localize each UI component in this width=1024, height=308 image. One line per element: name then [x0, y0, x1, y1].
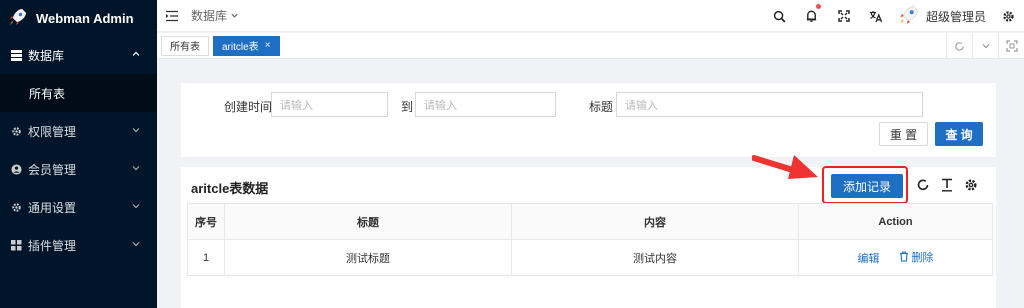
chevron-down-icon — [231, 13, 238, 18]
table-card-title: aritcle表数据 — [191, 181, 269, 196]
annotation-arrow-icon — [752, 155, 818, 179]
table-icon — [10, 49, 22, 61]
add-record-button[interactable]: 添加记录 — [831, 174, 903, 198]
cell-actions: 编辑 删除 — [798, 239, 993, 276]
input-placeholder: 请输入 — [625, 99, 658, 112]
filter-label-created: 创建时间 — [224, 100, 273, 114]
chevron-down-icon — [131, 163, 141, 173]
sidebar-subitem-all-tables[interactable]: 所有表 — [0, 74, 157, 112]
tab-label: aritcle表 — [222, 42, 259, 53]
sidebar-item-label: 通用设置 — [28, 200, 77, 215]
fullscreen-icon[interactable] — [828, 0, 860, 32]
trash-icon — [899, 251, 908, 262]
cell-content: 测试内容 — [511, 239, 799, 276]
breadcrumb[interactable]: 数据库 — [191, 7, 239, 24]
title-input[interactable]: 请输入 — [616, 92, 923, 117]
input-placeholder: 请输入 — [280, 99, 313, 112]
close-icon[interactable]: × — [265, 40, 271, 51]
table-card: aritcle表数据 添加记录 序号 标题 内容 Action 1 测试标题 测… — [181, 166, 996, 308]
menu-fold-icon[interactable] — [165, 9, 179, 23]
sidebar-item-members[interactable]: 会员管理 — [0, 150, 157, 188]
rocket-logo-icon — [8, 7, 28, 30]
chevron-up-icon — [131, 49, 141, 59]
tab-aritcle[interactable]: aritcle表 × — [213, 35, 280, 56]
tab-bar: 所有表 aritcle表 × — [157, 33, 1024, 59]
gear-icon — [10, 125, 22, 137]
chevron-down-icon[interactable] — [972, 33, 998, 59]
filter-label-to: 到 — [401, 100, 414, 114]
user-menu[interactable]: 超级管理员 — [892, 4, 992, 29]
edit-label: 编辑 — [857, 253, 880, 266]
app-title: Webman Admin — [36, 10, 134, 26]
sidebar-item-label: 会员管理 — [28, 162, 77, 177]
text-size-icon[interactable] — [938, 176, 956, 194]
maximize-icon[interactable] — [998, 33, 1024, 59]
refresh-icon[interactable] — [946, 33, 972, 59]
chevron-down-icon — [131, 201, 141, 211]
delete-label: 删除 — [911, 251, 934, 264]
column-header[interactable]: 内容 — [511, 203, 799, 240]
notification-dot — [815, 4, 821, 9]
sidebar-subitem-label: 所有表 — [29, 86, 66, 101]
table-row: 1 测试标题 测试内容 编辑 删除 — [187, 239, 993, 276]
created-to-input[interactable]: 请输入 — [415, 92, 556, 117]
table-header-row: 序号 标题 内容 Action — [187, 203, 993, 240]
search-icon[interactable] — [764, 0, 796, 32]
bell-icon[interactable] — [796, 0, 828, 32]
gear-icon[interactable] — [962, 176, 980, 194]
sidebar-item-plugins[interactable]: 插件管理 — [0, 226, 157, 264]
breadcrumb-label: 数据库 — [191, 9, 228, 23]
tab-all-tables[interactable]: 所有表 — [161, 35, 209, 56]
gear-icon — [10, 201, 22, 213]
sidebar-item-label: 权限管理 — [28, 124, 77, 139]
top-header: 数据库 超级管理员 — [157, 0, 1024, 32]
cell-index: 1 — [187, 239, 225, 276]
translate-icon[interactable] — [860, 0, 892, 32]
column-header[interactable]: 标题 — [224, 203, 512, 240]
filter-label-title: 标题 — [589, 100, 614, 114]
chevron-down-icon — [131, 125, 141, 135]
settings-gear-icon[interactable] — [992, 0, 1024, 32]
edit-link[interactable]: 编辑 — [857, 250, 879, 266]
sidebar-item-label: 数据库 — [28, 48, 65, 63]
tab-label: 所有表 — [170, 42, 200, 53]
column-header[interactable]: Action — [798, 203, 993, 240]
reset-button[interactable]: 重 置 — [879, 122, 928, 146]
data-table: 序号 标题 内容 Action 1 测试标题 测试内容 编辑 删除 — [187, 203, 993, 276]
input-placeholder: 请输入 — [424, 99, 457, 112]
sidebar-item-permissions[interactable]: 权限管理 — [0, 112, 157, 150]
user-name: 超级管理员 — [925, 9, 986, 24]
brand[interactable]: Webman Admin — [0, 0, 157, 36]
chevron-down-icon — [131, 239, 141, 249]
user-circle-icon — [10, 163, 22, 175]
sidebar: Webman Admin 数据库 所有表 权限管理 会员管理 通用设置 插件管理 — [0, 0, 157, 308]
apps-icon — [10, 239, 22, 251]
delete-link[interactable]: 删除 — [899, 249, 934, 265]
filter-form: 创建时间 请输入 到 请输入 标题 请输入 重 置 查 询 — [181, 83, 996, 157]
sidebar-item-settings[interactable]: 通用设置 — [0, 188, 157, 226]
search-button[interactable]: 查 询 — [935, 122, 983, 146]
created-from-input[interactable]: 请输入 — [271, 92, 388, 117]
sidebar-item-label: 插件管理 — [28, 238, 77, 253]
cell-title: 测试标题 — [224, 239, 512, 276]
sidebar-item-database[interactable]: 数据库 — [0, 36, 157, 74]
refresh-icon[interactable] — [914, 176, 932, 194]
column-header[interactable]: 序号 — [187, 203, 225, 240]
avatar — [898, 4, 920, 29]
